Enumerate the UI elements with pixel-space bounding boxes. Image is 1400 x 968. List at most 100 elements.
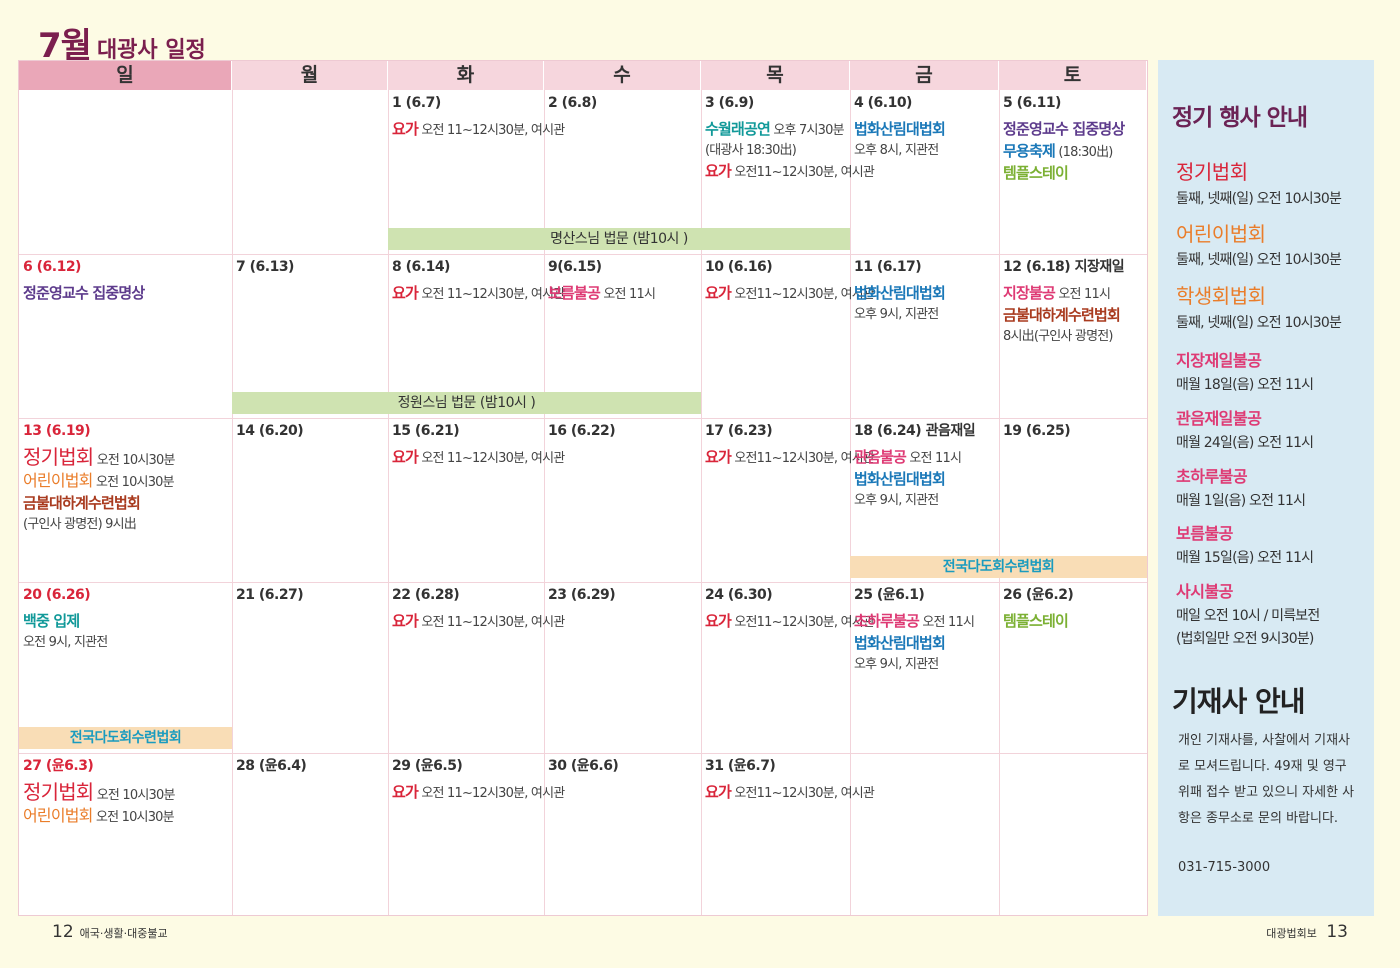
event-desc: 매일 오전 10시 / 미륵보전 bbox=[1176, 608, 1320, 624]
date-label: 24 (6.30) bbox=[705, 587, 773, 603]
event-bar: 정원스님 법문 (밤10시 ) bbox=[232, 392, 701, 414]
event: 백중 입제 bbox=[23, 612, 80, 630]
event: 금불대하계수련법회 bbox=[23, 494, 141, 512]
date-label: 23 (6.29) bbox=[548, 587, 616, 603]
event-bar: 전국다도회수련법회 bbox=[19, 727, 232, 749]
event: 요가 오전11~12시30분, 여시관 bbox=[705, 612, 875, 630]
day-cell: 11 (6.17) 법화산림대법회 오후 9시, 지관전 bbox=[850, 255, 999, 327]
footer-right: 대광법회보 13 bbox=[1266, 922, 1348, 942]
event: 정기법회 오전 10시30분 bbox=[23, 445, 175, 469]
day-cell: 25 (윤6.1) 초하루불공 오전 11시 법화산림대법회 오후 9시, 지관… bbox=[850, 583, 999, 677]
event-bar: 명산스님 법문 (밤10시 ) bbox=[388, 228, 850, 250]
date-label: 28 (윤6.4) bbox=[236, 758, 307, 774]
footer-text: 애국·생활·대중불교 bbox=[79, 927, 168, 940]
event: 요가 오전11~12시30분, 여시관 bbox=[705, 284, 875, 302]
grid-line bbox=[999, 90, 1000, 915]
day-cell: 16 (6.22) bbox=[544, 419, 701, 449]
date-label: 26 (윤6.2) bbox=[1003, 587, 1074, 603]
date-label: 11 (6.17) bbox=[854, 259, 922, 275]
sidebar-heading: 정기 행사 안내 bbox=[1172, 105, 1308, 131]
day-cell: 31 (윤6.7) 요가 오전11~12시30분, 여시관 bbox=[701, 754, 875, 806]
day-cell: 13 (6.19) 정기법회 오전 10시30분 어린이법회 오전 10시30분… bbox=[19, 419, 232, 537]
event: 오후 8시, 지관전 bbox=[854, 143, 939, 158]
event: 요가 오전 11~12시30분, 여시관 bbox=[392, 284, 565, 302]
date-label: 9(6.15) bbox=[548, 259, 602, 275]
sidebar: 정기 행사 안내 정기법회 둘째, 넷째(일) 오전 10시30분 어린이법회 … bbox=[1158, 60, 1374, 916]
event: 관음불공 오전 11시 bbox=[854, 448, 962, 466]
event: 8시出(구인사 광명전) bbox=[1003, 329, 1113, 344]
day-cell: 24 (6.30) 요가 오전11~12시30분, 여시관 bbox=[701, 583, 875, 635]
day-header-tue: 화 bbox=[388, 61, 544, 90]
date-label: 13 (6.19) bbox=[23, 423, 91, 439]
day-cell: 12 (6.18) 지장재일 지장불공 오전 11시 금불대하계수련법회 8시出… bbox=[999, 255, 1147, 349]
day-cell: 10 (6.16) 요가 오전11~12시30분, 여시관 bbox=[701, 255, 875, 307]
event: 법화산림대법회 bbox=[854, 120, 946, 138]
date-label: 8 (6.14) bbox=[392, 259, 450, 275]
event: 정준영교수 집중명상 bbox=[1003, 120, 1125, 138]
footer-text: 대광법회보 bbox=[1266, 927, 1317, 940]
date-label: 25 (윤6.1) bbox=[854, 587, 925, 603]
day-cell: 2 (6.8) bbox=[544, 91, 701, 121]
day-cell: 3 (6.9) 수월래공연 오후 7시30분 (대광사 18:30出) 요가 오… bbox=[701, 91, 875, 185]
day-header-sat: 토 bbox=[999, 61, 1147, 90]
day-header-fri: 금 bbox=[850, 61, 999, 90]
day-cell: 1 (6.7) 요가 오전 11~12시30분, 여시관 bbox=[388, 91, 565, 143]
event-name: 사시불공 bbox=[1176, 582, 1233, 601]
day-cell: 19 (6.25) bbox=[999, 419, 1147, 449]
event: 요가 오전 11~12시30분, 여시관 bbox=[392, 783, 565, 801]
day-header-wed: 수 bbox=[544, 61, 701, 90]
day-cell: 15 (6.21) 요가 오전 11~12시30분, 여시관 bbox=[388, 419, 565, 471]
date-label: 7 (6.13) bbox=[236, 259, 294, 275]
sidebar-heading-2: 기재사 안내 bbox=[1172, 685, 1306, 718]
event: 템플스테이 bbox=[1003, 612, 1069, 630]
event-desc: (법회일만 오전 9시30분) bbox=[1176, 631, 1314, 647]
event: 수월래공연 오후 7시30분 bbox=[705, 120, 845, 138]
footer-left: 12 애국·생활·대중불교 bbox=[52, 922, 168, 942]
event-desc: 매월 18일(음) 오전 11시 bbox=[1176, 377, 1314, 393]
date-label: 3 (6.9) bbox=[705, 95, 754, 111]
event: 보름불공 오전 11시 bbox=[548, 284, 656, 302]
event: 어린이법회 오전 10시30분 bbox=[23, 471, 175, 490]
day-cell: 27 (윤6.3) 정기법회 오전 10시30분 어린이법회 오전 10시30분 bbox=[19, 754, 232, 830]
date-label: 18 (6.24) 관음재일 bbox=[854, 423, 976, 439]
day-cell: 22 (6.28) 요가 오전 11~12시30분, 여시관 bbox=[388, 583, 565, 635]
event-bar: 전국다도회수련법회 bbox=[850, 556, 1147, 578]
date-label: 1 (6.7) bbox=[392, 95, 441, 111]
event-desc: 매월 24일(음) 오전 11시 bbox=[1176, 435, 1314, 451]
day-cell: 14 (6.20) bbox=[232, 419, 388, 449]
date-label: 12 (6.18) 지장재일 bbox=[1003, 259, 1125, 275]
day-cell: 17 (6.23) 요가 오전11~12시30분, 여시관 bbox=[701, 419, 875, 471]
event: 요가 오전11~12시30분, 여시관 bbox=[705, 448, 875, 466]
date-label: 30 (윤6.6) bbox=[548, 758, 619, 774]
event: 금불대하계수련법회 bbox=[1003, 306, 1121, 324]
date-label: 20 (6.26) bbox=[23, 587, 91, 603]
date-label: 4 (6.10) bbox=[854, 95, 912, 111]
calendar: 일 월 화 수 목 금 토 1 (6.7) 요가 오전 11~12시30분, 여… bbox=[18, 60, 1148, 916]
date-label: 14 (6.20) bbox=[236, 423, 304, 439]
day-cell: 18 (6.24) 관음재일 관음불공 오전 11시 법화산림대법회 오후 9시… bbox=[850, 419, 999, 513]
day-cell: 30 (윤6.6) bbox=[544, 754, 701, 784]
event: 요가 오전 11~12시30분, 여시관 bbox=[392, 612, 565, 630]
day-cell: 26 (윤6.2) 템플스테이 bbox=[999, 583, 1147, 635]
event-name: 정기법회 bbox=[1176, 160, 1248, 184]
event: 오후 9시, 지관전 bbox=[854, 493, 939, 508]
event: 요가 오전11~12시30분, 여시관 bbox=[705, 783, 875, 801]
event: 법화산림대법회 bbox=[854, 284, 946, 302]
page-number: 13 bbox=[1326, 922, 1348, 942]
day-header-thu: 목 bbox=[701, 61, 850, 90]
event-name: 학생회법회 bbox=[1176, 284, 1266, 308]
date-label: 21 (6.27) bbox=[236, 587, 304, 603]
day-cell: 7 (6.13) bbox=[232, 255, 388, 285]
event-desc: 매월 15일(음) 오전 11시 bbox=[1176, 550, 1314, 566]
event: 법화산림대법회 bbox=[854, 634, 946, 652]
event-desc: 매월 1일(음) 오전 11시 bbox=[1176, 493, 1306, 509]
day-cell: 4 (6.10) 법화산림대법회 오후 8시, 지관전 bbox=[850, 91, 999, 163]
date-label: 15 (6.21) bbox=[392, 423, 460, 439]
date-label: 29 (윤6.5) bbox=[392, 758, 463, 774]
event-desc: 둘째, 넷째(일) 오전 10시30분 bbox=[1176, 315, 1342, 331]
event: 정준영교수 집중명상 bbox=[23, 284, 145, 302]
date-label: 17 (6.23) bbox=[705, 423, 773, 439]
day-cell: 8 (6.14) 요가 오전 11~12시30분, 여시관 bbox=[388, 255, 565, 307]
event: 초하루불공 오전 11시 bbox=[854, 612, 975, 630]
day-cell: 21 (6.27) bbox=[232, 583, 388, 613]
